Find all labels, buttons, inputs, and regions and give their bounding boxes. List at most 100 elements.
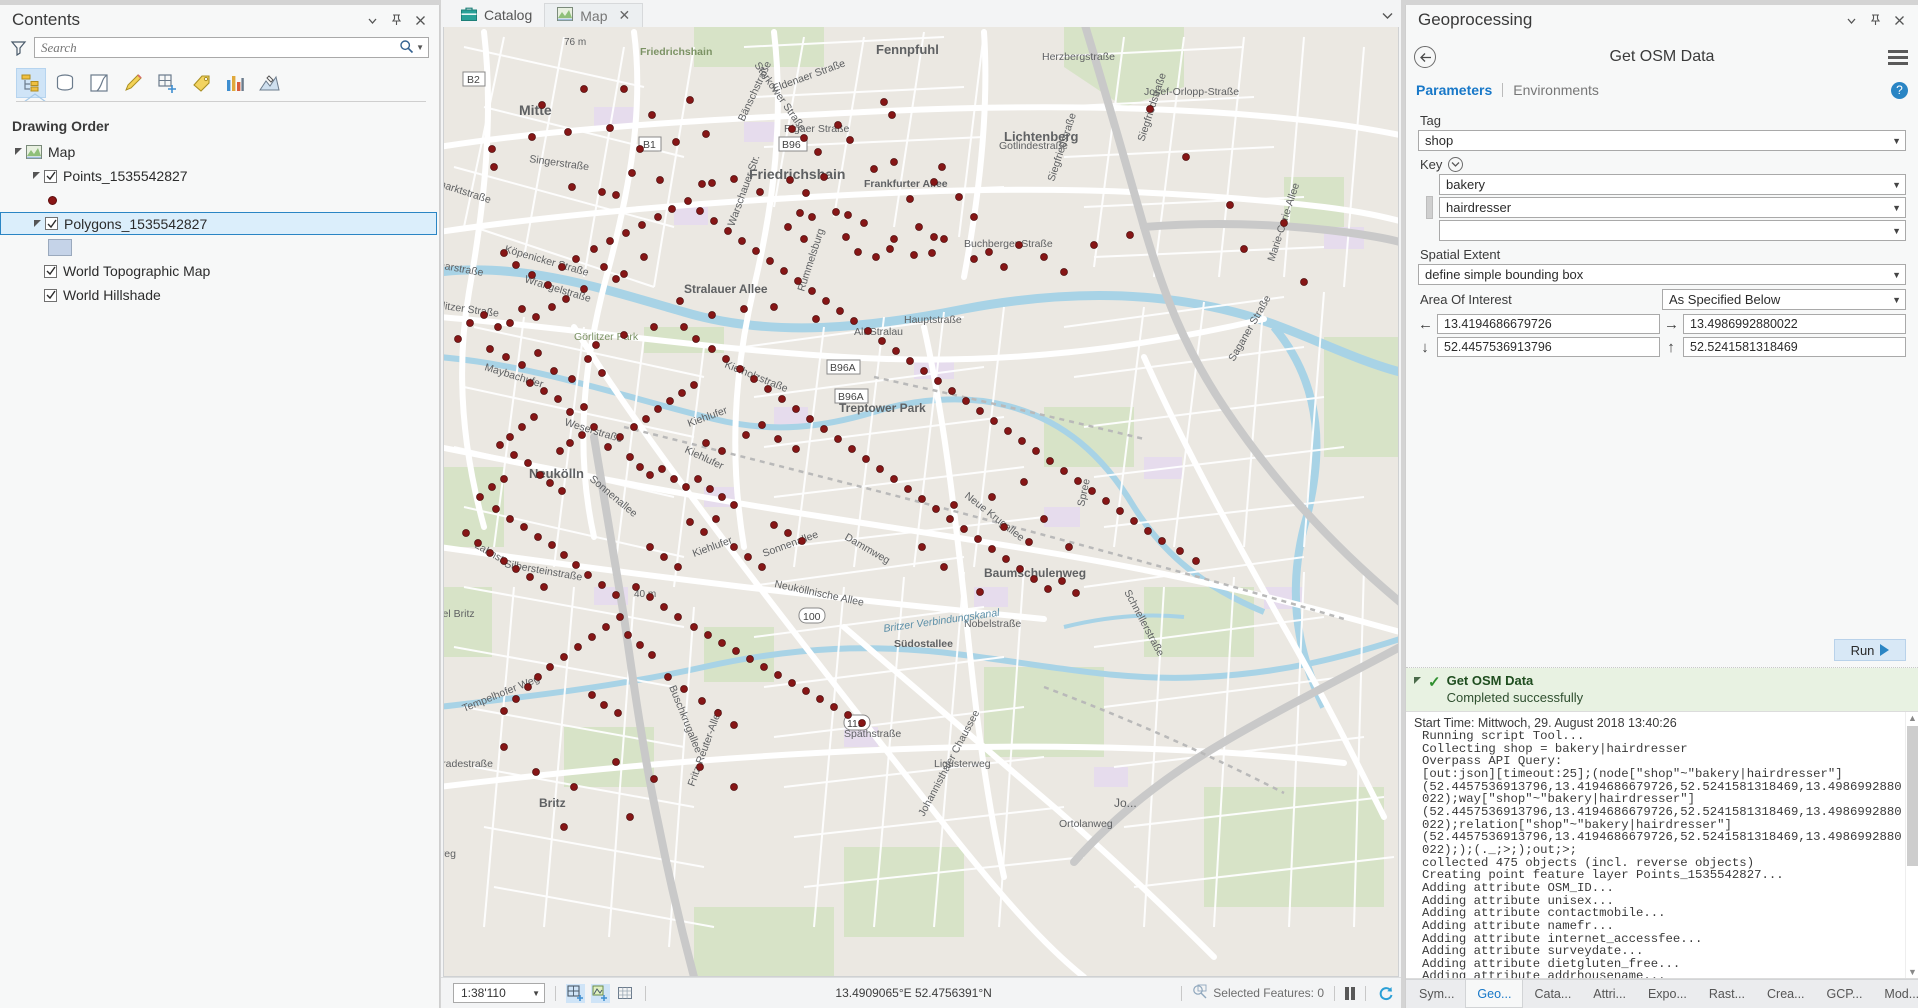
extent-right-input[interactable]: 13.4986992880022	[1683, 314, 1906, 334]
layer-visibility-checkbox[interactable]	[44, 264, 57, 278]
chevron-down-icon[interactable]: ▼	[1892, 295, 1901, 305]
message-log[interactable]: Start Time: Mittwoch, 29. August 2018 13…	[1406, 711, 1918, 979]
pane-tab-modify[interactable]: Mod...	[1873, 980, 1918, 1008]
toc-label-map: Map	[48, 144, 76, 160]
fixed-zoom-tool-icon[interactable]	[566, 983, 585, 1003]
toc-item-world-hillshade[interactable]: World Hillshade	[0, 283, 439, 307]
chevron-down-icon[interactable]: ▼	[1892, 203, 1901, 213]
svg-text:B96A: B96A	[838, 391, 864, 403]
expand-arrow-icon[interactable]	[12, 148, 26, 156]
extent-left-cell: ← 13.4194686679726	[1418, 314, 1660, 334]
point-symbol-swatch	[48, 195, 57, 205]
close-tab-icon[interactable]: ✕	[619, 7, 631, 24]
selection-tool-icon[interactable]	[591, 983, 610, 1003]
pause-drawing-icon[interactable]	[1345, 986, 1355, 1000]
search-input[interactable]	[35, 38, 428, 57]
bottom-pane-tabstrip: Sym... Geo... Cata... Attri... Expo... R…	[1406, 979, 1918, 1008]
catalog-icon	[461, 7, 477, 24]
list-by-diagrams-icon[interactable]	[254, 68, 284, 98]
list-by-selection-icon[interactable]	[84, 68, 114, 98]
chevron-down-icon[interactable]: ▼	[532, 989, 540, 998]
refresh-icon[interactable]	[1376, 984, 1395, 1003]
pane-tab-gcp[interactable]: GCP...	[1816, 980, 1874, 1008]
chevron-down-icon[interactable]: ▼	[1892, 226, 1901, 236]
tab-catalog[interactable]: Catalog	[449, 3, 544, 27]
grid-tool-icon[interactable]	[616, 984, 635, 1003]
close-icon[interactable]	[413, 13, 428, 28]
help-icon[interactable]: ?	[1891, 81, 1908, 99]
list-by-snapping-icon[interactable]	[152, 68, 182, 98]
svg-text:Buchberger Straße: Buchberger Straße	[964, 238, 1053, 250]
extent-top-input[interactable]: 52.5241581318469	[1683, 337, 1906, 357]
tab-overflow-chevron-icon[interactable]	[1382, 8, 1393, 23]
tab-parameters[interactable]: Parameters	[1416, 82, 1492, 98]
pane-tab-attributes[interactable]: Attri...	[1582, 980, 1637, 1008]
key-combo-3[interactable]: ▼	[1439, 220, 1906, 241]
search-icon[interactable]	[399, 39, 414, 57]
chevron-down-icon[interactable]: ▼	[1892, 136, 1901, 146]
chevron-down-icon[interactable]: ▼	[1892, 270, 1901, 280]
expand-arrow-icon[interactable]	[30, 172, 44, 180]
play-icon	[1880, 644, 1890, 656]
key-drag-handle[interactable]	[1426, 196, 1433, 219]
spatial-extent-combo[interactable]: define simple bounding box ▼	[1418, 264, 1906, 285]
back-button[interactable]	[1414, 46, 1436, 68]
pane-tab-create[interactable]: Crea...	[1756, 980, 1816, 1008]
arrow-up-icon: ↑	[1667, 338, 1675, 356]
pane-tab-raster[interactable]: Rast...	[1698, 980, 1756, 1008]
list-by-charts-icon[interactable]	[220, 68, 250, 98]
message-header[interactable]: ✓ Get OSM Data Completed successfully	[1406, 668, 1918, 711]
menu-icon[interactable]	[1888, 49, 1908, 65]
map-scale-combo[interactable]: 1:38'110 ▼	[453, 983, 545, 1003]
contents-toolbar-divider	[0, 93, 439, 110]
toc-item-map[interactable]: Map	[0, 140, 439, 164]
chevron-down-icon[interactable]	[1844, 13, 1859, 28]
key-combo-2[interactable]: hairdresser ▼	[1439, 197, 1906, 218]
list-by-data-source-icon[interactable]	[50, 68, 80, 98]
pin-icon[interactable]	[389, 13, 404, 28]
scroll-thumb[interactable]	[1907, 726, 1918, 866]
scroll-up-icon[interactable]: ▲	[1908, 713, 1917, 723]
tag-value: shop	[1425, 133, 1454, 148]
log-scrollbar[interactable]: ▲ ▼	[1905, 712, 1918, 978]
run-button[interactable]: Run	[1834, 639, 1906, 661]
area-of-interest-label: Area Of Interest	[1420, 292, 1512, 307]
key-combo-1[interactable]: bakery ▼	[1439, 174, 1906, 195]
toc-item-polygons-layer[interactable]: Polygons_1535542827	[0, 212, 437, 235]
close-icon[interactable]	[1892, 13, 1907, 28]
chevron-down-icon[interactable]: ▼	[1892, 180, 1901, 190]
filter-icon[interactable]	[8, 38, 28, 58]
layer-visibility-checkbox[interactable]	[44, 169, 57, 183]
map-canvas[interactable]: Friedrichshain Fennpfuhl Herzbergstraße …	[443, 27, 1399, 977]
extent-left-input[interactable]: 13.4194686679726	[1437, 314, 1660, 334]
chevron-down-icon[interactable]	[365, 13, 380, 28]
layer-visibility-checkbox[interactable]	[45, 217, 58, 230]
toc-item-points-layer[interactable]: Points_1535542827	[0, 164, 439, 188]
pin-icon[interactable]	[1868, 13, 1883, 28]
expand-arrow-icon[interactable]	[31, 219, 45, 228]
area-of-interest-combo[interactable]: As Specified Below ▼	[1662, 289, 1906, 310]
key-expand-icon[interactable]	[1448, 157, 1464, 172]
pane-tab-symbology[interactable]: Sym...	[1408, 980, 1465, 1008]
parameters-body: Tag shop ▼ Key bakery ▼ hairdresser ▼ ▼ …	[1406, 101, 1918, 357]
key-label-row: Key	[1420, 157, 1906, 172]
pane-tab-catalog[interactable]: Cata...	[1523, 980, 1582, 1008]
tab-map[interactable]: Map ✕	[544, 3, 644, 27]
collapse-arrow-icon[interactable]	[1414, 673, 1422, 687]
list-by-labeling-icon[interactable]	[186, 68, 216, 98]
pane-tab-geoprocessing[interactable]: Geo...	[1465, 980, 1524, 1008]
extent-bottom-input[interactable]: 52.4457536913796	[1437, 337, 1660, 357]
scroll-down-icon[interactable]: ▼	[1908, 967, 1917, 977]
search-options-caret-icon[interactable]: ▼	[416, 43, 426, 52]
search-box[interactable]: ▼	[34, 37, 429, 58]
layer-tree: Map Points_1535542827 Polygons_153554282…	[0, 138, 439, 1008]
area-of-interest-row: Area Of Interest As Specified Below ▼	[1418, 289, 1906, 310]
tag-combo[interactable]: shop ▼	[1418, 130, 1906, 151]
layer-visibility-checkbox[interactable]	[44, 288, 57, 302]
list-by-editing-icon[interactable]	[118, 68, 148, 98]
tab-environments[interactable]: Environments	[1513, 82, 1599, 98]
pane-tab-export[interactable]: Expo...	[1637, 980, 1698, 1008]
svg-text:Mitte: Mitte	[519, 102, 552, 118]
select-features-icon[interactable]	[1192, 984, 1208, 1002]
toc-item-world-topographic-map[interactable]: World Topographic Map	[0, 259, 439, 283]
